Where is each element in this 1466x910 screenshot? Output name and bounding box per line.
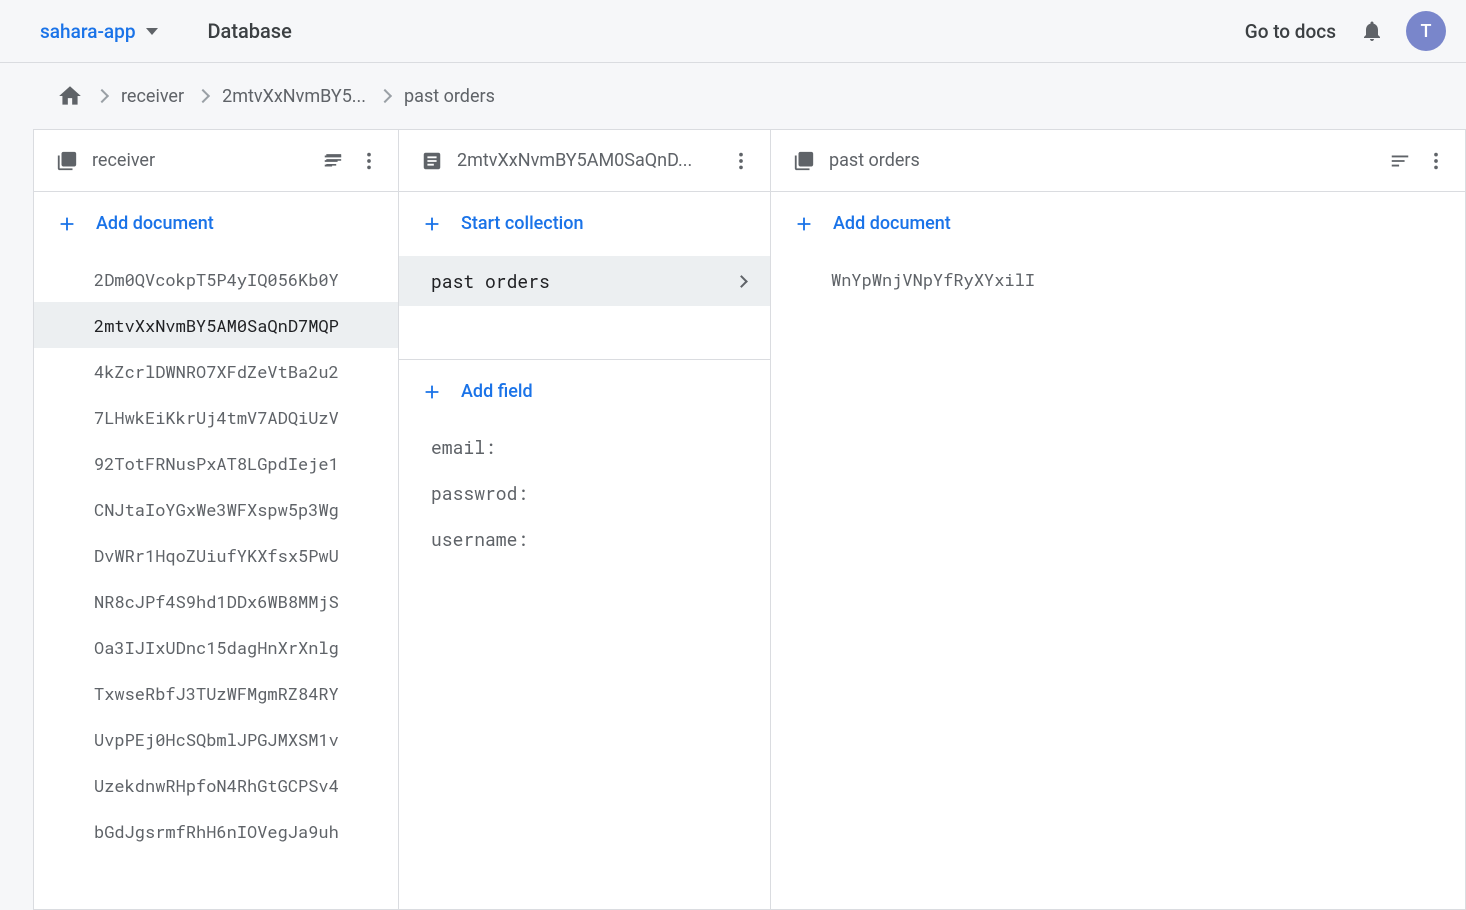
page-title: Database [208, 19, 292, 43]
list-item[interactable]: UvpPEj0HcSQbmlJPGJMXSM1v [34, 716, 398, 762]
filter-icon[interactable] [322, 150, 344, 172]
add-field-button[interactable]: Add field [399, 360, 770, 424]
filter-icon[interactable] [1389, 150, 1411, 172]
user-avatar[interactable]: T [1406, 11, 1446, 51]
content-area: receiver 2mtvXxNvmBY5... past orders rec… [0, 63, 1466, 910]
start-collection-button[interactable]: Start collection [399, 192, 770, 256]
list-item[interactable]: bGdJgsrmfRhH6nIOVegJa9uh [34, 808, 398, 854]
collection-panel: receiver Add document 2Dm0QVcokpT5P4yIQ0… [34, 130, 399, 909]
go-to-docs-link[interactable]: Go to docs [1245, 20, 1336, 43]
document-panel-header: 2mtvXxNvmBY5AM0SaQnD... [399, 130, 770, 192]
list-item[interactable]: 7LHwkEiKkrUj4tmV7ADQiUzV [34, 394, 398, 440]
list-item[interactable]: Oa3IJIxUDnc15dagHnXrXnlg [34, 624, 398, 670]
list-item[interactable]: 92TotFRNusPxAT8LGpdIeje1 [34, 440, 398, 486]
breadcrumb-item[interactable]: past orders [404, 86, 495, 107]
add-field-label: Add field [461, 381, 533, 402]
document-panel-title: 2mtvXxNvmBY5AM0SaQnD... [457, 150, 716, 171]
collection-icon [793, 150, 815, 172]
add-document-button[interactable]: Add document [34, 192, 398, 256]
list-item[interactable]: 2Dm0QVcokpT5P4yIQ056Kb0Y [34, 256, 398, 302]
field-item[interactable]: email: [399, 424, 770, 470]
avatar-initial: T [1421, 21, 1432, 42]
chevron-right-icon [196, 89, 210, 103]
plus-icon [56, 213, 78, 235]
breadcrumb: receiver 2mtvXxNvmBY5... past orders [33, 63, 1466, 129]
add-document-button[interactable]: Add document [771, 192, 1465, 256]
plus-icon [421, 381, 443, 403]
document-icon [421, 150, 443, 172]
collection-icon [56, 150, 78, 172]
list-item[interactable]: 4kZcrlDWNRO7XFdZeVtBa2u2 [34, 348, 398, 394]
breadcrumb-item[interactable]: 2mtvXxNvmBY5... [222, 86, 366, 107]
subcollection-list: past orders [399, 256, 770, 359]
list-item[interactable]: CNJtaIoYGxWe3WFXspw5p3Wg [34, 486, 398, 532]
field-list: email:passwrod:username: [399, 424, 770, 562]
add-document-label: Add document [96, 213, 214, 234]
document-panel: 2mtvXxNvmBY5AM0SaQnD... Start collection… [399, 130, 771, 909]
chevron-right-icon [378, 89, 392, 103]
list-item[interactable]: DvWRr1HqoZUiufYKXfsx5PwU [34, 532, 398, 578]
project-selector[interactable]: sahara-app [40, 20, 158, 43]
plus-icon [793, 213, 815, 235]
subcollection-panel-title: past orders [829, 150, 1375, 171]
list-item[interactable]: UzekdnwRHpfoN4RhGtGCPSv4 [34, 762, 398, 808]
collection-panel-header: receiver [34, 130, 398, 192]
caret-down-icon [146, 28, 158, 35]
subcollection-item[interactable]: past orders [399, 256, 770, 306]
project-name-label: sahara-app [40, 20, 136, 43]
list-item[interactable]: 2mtvXxNvmBY5AM0SaQnD7MQP [34, 302, 398, 348]
field-item[interactable]: passwrod: [399, 470, 770, 516]
more-vert-icon[interactable] [1425, 150, 1447, 172]
field-item[interactable]: username: [399, 516, 770, 562]
more-vert-icon[interactable] [730, 150, 752, 172]
more-vert-icon[interactable] [358, 150, 380, 172]
home-icon[interactable] [57, 83, 83, 109]
list-item[interactable]: NR8cJPf4S9hd1DDx6WB8MMjS [34, 578, 398, 624]
database-panels: receiver Add document 2Dm0QVcokpT5P4yIQ0… [33, 129, 1466, 910]
plus-icon [421, 213, 443, 235]
chevron-right-icon [95, 89, 109, 103]
app-bar: sahara-app Database Go to docs T [0, 0, 1466, 63]
collection-panel-title: receiver [92, 150, 308, 171]
subcollection-panel-header: past orders [771, 130, 1465, 192]
document-list[interactable]: WnYpWnjVNpYfRyXYxilI [771, 256, 1465, 909]
subcollection-panel: past orders Add document WnYpWnjVNpYfRyX… [771, 130, 1465, 909]
subcollection-item-label: past orders [431, 269, 550, 293]
chevron-right-icon [735, 275, 748, 288]
list-item[interactable]: TxwseRbfJ3TUzWFMgmRZ84RY [34, 670, 398, 716]
add-document-label: Add document [833, 213, 951, 234]
notifications-icon[interactable] [1360, 19, 1384, 43]
breadcrumb-item[interactable]: receiver [121, 86, 184, 107]
subcollections-section: Start collection past orders [399, 192, 770, 360]
document-list[interactable]: 2Dm0QVcokpT5P4yIQ056Kb0Y2mtvXxNvmBY5AM0S… [34, 256, 398, 909]
list-item[interactable]: WnYpWnjVNpYfRyXYxilI [771, 256, 1465, 302]
start-collection-label: Start collection [461, 213, 584, 234]
